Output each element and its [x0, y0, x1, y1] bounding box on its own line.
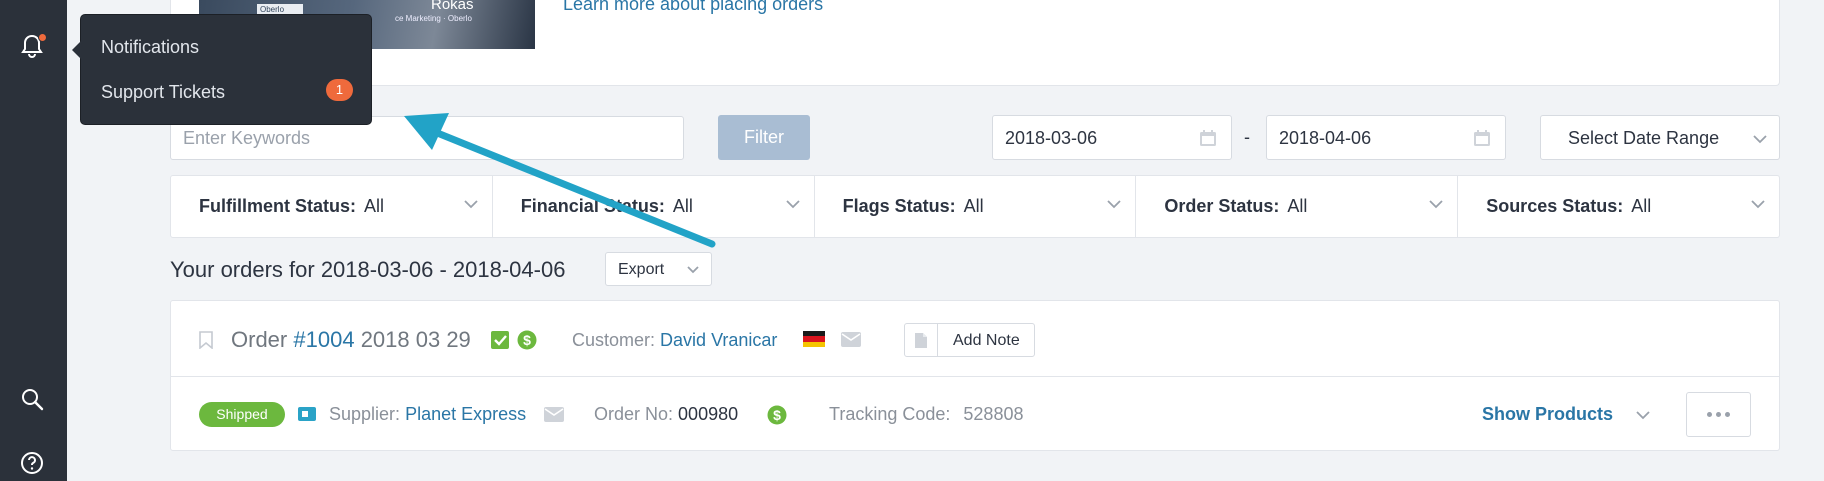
status-filter-label: Financial Status:: [520, 196, 665, 216]
add-note-label: Add Note: [953, 332, 1020, 349]
export-label: Export: [618, 261, 665, 278]
status-badge: Shipped: [199, 402, 285, 427]
dollar-icon: $: [517, 330, 537, 350]
chevron-down-icon: [1429, 200, 1443, 209]
bell-icon[interactable]: [16, 30, 48, 62]
filter-button[interactable]: Filter: [718, 115, 810, 160]
chevron-down-icon: [1751, 200, 1765, 209]
chevron-down-icon: [1636, 411, 1650, 420]
mail-icon[interactable]: [841, 332, 861, 347]
flag-de-icon: [803, 331, 825, 347]
status-filter-value: All: [963, 196, 984, 216]
status-filter-label: Flags Status:: [842, 196, 956, 216]
supplier-name-link[interactable]: Planet Express: [405, 404, 526, 424]
date-from-field[interactable]: 2018-03-06: [992, 115, 1232, 160]
learn-more-link[interactable]: Learn more about placing orders: [563, 0, 823, 15]
support-tickets-badge: 1: [326, 79, 353, 101]
orders-heading: Your orders for 2018-03-06 - 2018-04-06: [170, 257, 566, 282]
bookmark-icon[interactable]: [199, 331, 213, 349]
order-date: 2018 03 29: [360, 327, 471, 352]
status-filter-value: All: [1631, 196, 1652, 216]
status-filter-value: All: [672, 196, 693, 216]
show-products-button[interactable]: Show Products: [1482, 404, 1650, 425]
notification-dot: [38, 33, 47, 42]
chevron-down-icon: [464, 200, 478, 209]
status-filter-order[interactable]: Order Status: All: [1136, 176, 1459, 237]
status-filter-fulfillment[interactable]: Fulfillment Status: All: [171, 176, 493, 237]
date-to-value: 2018-04-06: [1279, 128, 1372, 148]
check-icon: [491, 331, 509, 349]
more-icon-dot: [1725, 412, 1730, 417]
banner-image-subtitle: ce Marketing · Oberlo: [395, 14, 472, 23]
order-word: Order: [231, 327, 288, 352]
status-filter-label: Fulfillment Status:: [199, 196, 356, 216]
customer-info: Customer: David Vranicar: [572, 330, 777, 351]
calendar-icon: [1200, 130, 1216, 146]
customer-name-link[interactable]: David Vranicar: [660, 330, 777, 350]
dollar-icon: $: [767, 405, 787, 425]
status-filter-bar: Fulfillment Status: All Financial Status:…: [170, 175, 1780, 238]
order-no-value: 000980: [678, 404, 739, 424]
tracking-label: Tracking Code:: [829, 404, 951, 424]
mail-icon[interactable]: [544, 407, 564, 422]
status-filter-value: All: [1287, 196, 1308, 216]
search-icon[interactable]: [16, 383, 48, 415]
document-icon: [905, 324, 938, 356]
export-button[interactable]: Export: [605, 252, 712, 286]
chevron-down-icon: [1107, 200, 1122, 209]
status-filter-sources[interactable]: Sources Status: All: [1458, 176, 1779, 237]
order-title: Order #1004 2018 03 29: [231, 327, 471, 353]
chevron-down-icon: [785, 200, 800, 209]
order-number-link[interactable]: #1004: [293, 327, 354, 352]
status-filter-value: All: [364, 196, 385, 216]
order-header: Order #1004 2018 03 29 $ Customer: David…: [171, 301, 1779, 377]
order-no-info: Order No: 000980: [594, 404, 738, 425]
order-no-label: Order No:: [594, 404, 674, 424]
status-filter-label: Order Status:: [1164, 196, 1280, 216]
chevron-down-icon: [687, 266, 699, 274]
calendar-icon: [1474, 130, 1490, 146]
date-range-label: Select Date Range: [1568, 128, 1720, 148]
truck-icon: [298, 407, 316, 421]
tracking-info: Tracking Code: 528808: [829, 404, 1023, 425]
status-filter-flags[interactable]: Flags Status: All: [815, 176, 1137, 237]
tracking-code: 528808: [963, 404, 1024, 424]
more-icon: [1707, 412, 1712, 417]
notifications-menu: Notifications Support Tickets 1: [72, 14, 372, 125]
menu-item-notifications[interactable]: Notifications: [101, 37, 199, 58]
more-actions-button[interactable]: [1686, 392, 1751, 437]
info-banner: Oberlo Rokas ce Marketing · Oberlo Learn…: [170, 0, 1780, 86]
banner-image-title: Rokas: [431, 0, 474, 13]
date-separator: -: [1244, 127, 1250, 147]
date-to-field[interactable]: 2018-04-06: [1266, 115, 1506, 160]
svg-text:$: $: [773, 407, 781, 423]
more-icon-dot: [1716, 412, 1721, 417]
order-card: Order #1004 2018 03 29 $ Customer: David…: [170, 300, 1780, 451]
customer-label: Customer:: [572, 330, 656, 350]
chevron-down-icon: [1753, 135, 1767, 144]
status-filter-label: Sources Status:: [1486, 196, 1624, 216]
supplier-info: Supplier: Planet Express: [329, 404, 526, 425]
help-icon[interactable]: [16, 447, 48, 479]
show-products-label: Show Products: [1482, 404, 1614, 424]
sidebar: [0, 0, 67, 481]
add-note-button[interactable]: Add Note: [904, 323, 1035, 357]
date-range-select[interactable]: Select Date Range: [1540, 115, 1780, 160]
date-from-value: 2018-03-06: [1005, 128, 1098, 148]
supplier-label: Supplier:: [329, 404, 401, 424]
status-filter-financial[interactable]: Financial Status: All: [493, 176, 815, 237]
svg-text:$: $: [523, 332, 531, 348]
menu-item-support-tickets[interactable]: Support Tickets: [101, 82, 225, 103]
